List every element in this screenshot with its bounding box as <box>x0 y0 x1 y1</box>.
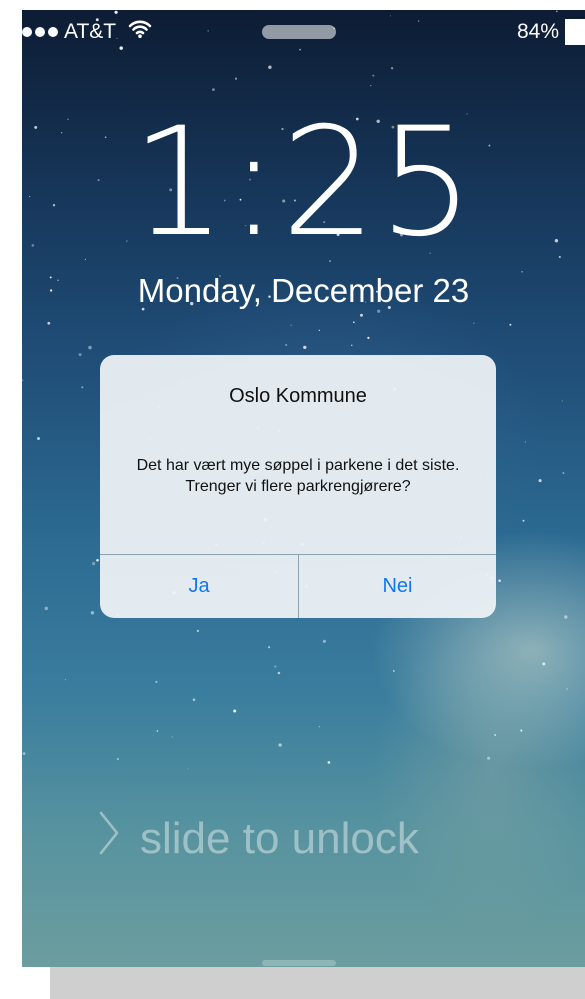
star <box>524 441 527 443</box>
star <box>566 688 568 690</box>
star <box>64 678 67 681</box>
star <box>278 743 282 747</box>
star <box>78 353 82 357</box>
star <box>116 758 119 761</box>
star <box>372 74 375 77</box>
star <box>303 345 307 350</box>
slide-to-unlock-label: slide to unlock <box>140 813 419 863</box>
star <box>285 344 288 346</box>
star <box>322 639 326 644</box>
star <box>494 733 497 737</box>
star <box>212 88 215 91</box>
battery-status: 84% <box>517 19 585 45</box>
star <box>290 324 292 326</box>
star <box>90 611 95 615</box>
star <box>91 561 96 566</box>
star <box>318 726 320 728</box>
star <box>96 558 99 562</box>
signal-dots-icon <box>22 27 58 37</box>
alert-no-button[interactable]: Nei <box>299 555 496 618</box>
battery-percent: 84% <box>516 20 559 43</box>
star <box>520 729 523 732</box>
star <box>538 479 542 483</box>
star <box>155 680 158 684</box>
star <box>487 756 491 760</box>
star <box>196 629 199 633</box>
alert-title: Oslo Kommune <box>229 385 367 407</box>
star <box>562 472 565 474</box>
star <box>268 65 272 70</box>
star <box>88 345 92 350</box>
star <box>171 736 173 738</box>
star <box>377 309 381 313</box>
star <box>498 579 501 583</box>
star <box>360 313 363 317</box>
star <box>509 323 512 326</box>
star <box>268 646 271 649</box>
battery-icon <box>565 19 585 45</box>
star <box>367 336 370 339</box>
speaker-pill <box>262 25 336 39</box>
star <box>192 698 196 702</box>
star <box>327 761 331 764</box>
star <box>81 386 84 389</box>
star <box>233 709 237 713</box>
chevron-right-icon <box>98 810 120 867</box>
star <box>156 730 159 732</box>
wifi-icon <box>128 19 152 45</box>
star <box>351 344 353 346</box>
star <box>473 322 475 324</box>
slide-to-unlock[interactable]: slide to unlock <box>98 810 419 867</box>
carrier-name: AT&T <box>64 20 117 43</box>
star <box>370 84 372 87</box>
carrier-info: AT&T <box>22 19 152 45</box>
star <box>274 665 277 668</box>
star <box>47 321 51 325</box>
lock-date: Monday, December 23 <box>137 272 470 309</box>
home-grabber <box>262 960 336 966</box>
star <box>564 615 568 619</box>
notification-alert: Oslo Kommune Det har vært mye søppel i p… <box>100 355 496 618</box>
star <box>542 662 546 666</box>
star <box>37 437 40 440</box>
star <box>352 321 355 324</box>
alert-message: Det har vært mye søppel i parkene i det … <box>136 457 460 495</box>
star <box>234 77 238 80</box>
star <box>318 329 320 332</box>
alert-yes-button[interactable]: Ja <box>100 555 298 618</box>
star <box>390 67 394 70</box>
page: AT&T 84% 1:25 Monday, December 23 Oslo K… <box>0 0 585 999</box>
star <box>187 768 189 770</box>
status-bar: AT&T 84% <box>22 10 585 50</box>
star <box>22 752 26 755</box>
star <box>22 379 24 382</box>
star <box>393 670 395 672</box>
lock-clock: 1:25 <box>131 96 476 270</box>
star <box>522 519 525 522</box>
lock-screen: AT&T 84% 1:25 Monday, December 23 Oslo K… <box>22 10 585 967</box>
star <box>44 606 49 611</box>
star <box>561 400 563 402</box>
star <box>277 671 281 675</box>
